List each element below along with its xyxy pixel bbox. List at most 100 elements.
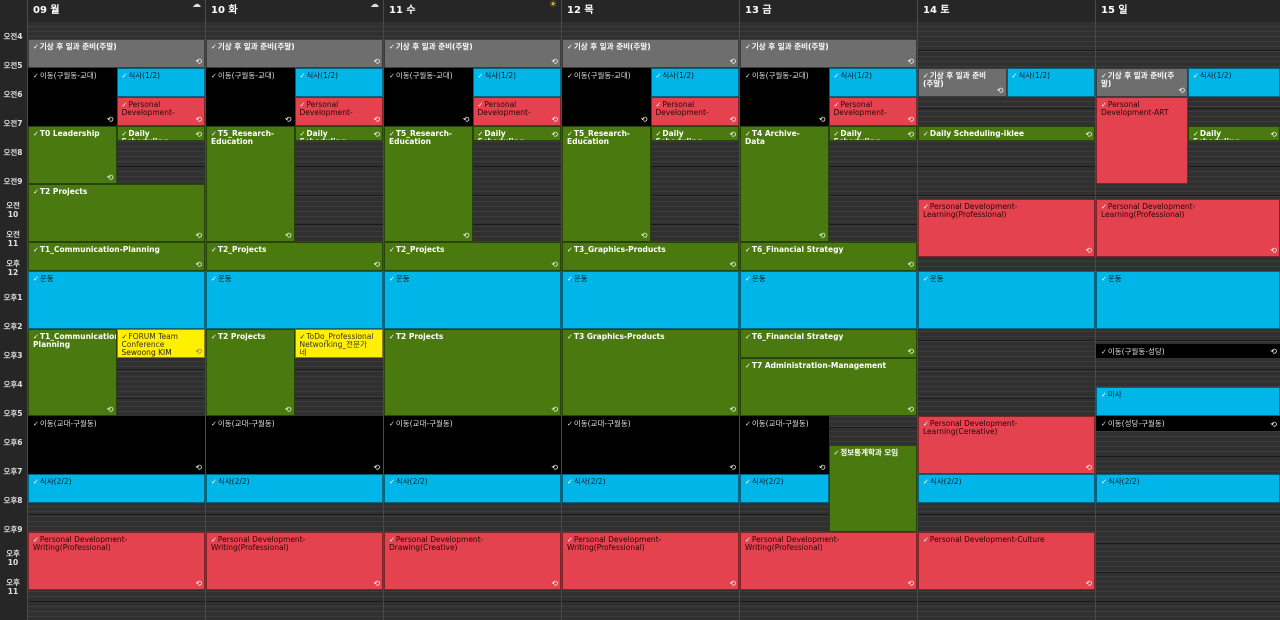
calendar-event[interactable]: ✓운동 [918, 271, 1095, 330]
calendar-event[interactable]: ✓T2 Projects ⟲ [28, 184, 205, 243]
calendar-event[interactable]: ✓식사(1/2) [1188, 68, 1280, 98]
day-header-3[interactable]: 12 목 [561, 0, 739, 22]
calendar-event[interactable]: ✓이동(교대-구월동) ⟲ [740, 416, 829, 475]
calendar-event[interactable]: ✓ToDo_Professional Networking_전문가네 [294, 329, 383, 359]
calendar-event[interactable]: ✓Daily Scheduling⟲ [472, 126, 561, 141]
event-title: 식사(1/2) [1018, 71, 1051, 81]
calendar-event[interactable]: ✓Personal Development-Learning(Professio… [1096, 198, 1280, 257]
calendar-event[interactable]: ✓기상 후 일과 준비(주말) ⟲ [740, 39, 917, 69]
calendar-event[interactable]: ✓T5_Research-Education ⟲ [384, 126, 473, 243]
calendar-event[interactable]: ✓식사(1/2) [828, 68, 917, 98]
calendar-event[interactable]: ✓T6_Financial Strategy ⟲ [740, 329, 917, 359]
calendar-event[interactable]: ✓T2_Projects ⟲ [206, 242, 383, 272]
calendar-event[interactable]: ✓Daily Scheduling⟲ [650, 126, 739, 141]
calendar-event[interactable]: ✓T2 Projects ⟲ [384, 329, 561, 417]
calendar-event[interactable]: ✓Personal Development-Learning(Professio… [918, 198, 1095, 257]
calendar-event[interactable]: ✓운동 [28, 271, 205, 330]
calendar-event[interactable]: ✓Daily Scheduling-iklee ⟲ [918, 126, 1095, 141]
calendar-event[interactable]: ✓T6_Financial Strategy ⟲ [740, 242, 917, 272]
sync-icon: ⟲ [996, 86, 1004, 96]
day-header-1[interactable]: 10 화 ☁ [205, 0, 383, 22]
calendar-event[interactable]: ✓T5_Research-Education ⟲ [206, 126, 295, 243]
calendar-event[interactable]: ✓T2_Projects ⟲ [384, 242, 561, 272]
calendar-event[interactable]: ✓이동(구월동-교대) ⟲ [28, 68, 117, 127]
calendar-event[interactable]: ✓T1_Communication-Planning ⟲ [28, 242, 205, 272]
check-icon: ✓ [33, 130, 39, 139]
sync-icon: ⟲ [907, 405, 914, 415]
calendar-event[interactable]: ✓운동 [740, 271, 917, 330]
calendar-event[interactable]: ✓Personal Development- ⟲ [650, 97, 739, 127]
calendar-event[interactable]: ✓식사(2/2) [206, 474, 383, 504]
day-header-5[interactable]: 14 토 [917, 0, 1095, 22]
calendar-event[interactable]: ✓T2 Projects ⟲ [206, 329, 295, 417]
calendar-event[interactable]: ✓식사(2/2) [28, 474, 205, 504]
calendar-event[interactable]: ✓기상 후 일과 준비(주말) ⟲ [384, 39, 561, 69]
calendar-event[interactable]: ✓이동(구월동-교대) ⟲ [206, 68, 295, 127]
calendar-event[interactable]: ✓식사(1/2) [116, 68, 205, 98]
calendar-event[interactable]: ✓Personal Development- ⟲ [294, 97, 383, 127]
event-title: 이동(교대-구월동) [217, 419, 275, 429]
calendar-event[interactable]: ✓FORUM Team Conference Sewoong KIM ⟲ [116, 329, 205, 359]
calendar-event[interactable]: ✓Personal Development-Culture ⟲ [918, 532, 1095, 591]
calendar-event[interactable]: ✓식사(2/2) [384, 474, 561, 504]
calendar-event[interactable]: ✓이동(구월동-교대) ⟲ [384, 68, 473, 127]
calendar-event[interactable]: ✓기상 후 일과 준비(주말) ⟲ [1096, 68, 1188, 98]
calendar-event[interactable]: ✓기상 후 일과 준비(주말) ⟲ [28, 39, 205, 69]
calendar-event[interactable]: ✓이동(구월동-교대) ⟲ [740, 68, 829, 127]
calendar-event[interactable]: ✓T1_Communication-Planning ⟲ [28, 329, 117, 417]
calendar-event[interactable]: ✓Daily Scheduling⟲ [1188, 126, 1280, 141]
calendar-event[interactable]: ✓Daily Scheduling⟲ [116, 126, 205, 141]
day-header-6[interactable]: 15 일 [1095, 0, 1280, 22]
calendar-event[interactable]: ✓T3 Graphics-Products ⟲ [562, 329, 739, 417]
calendar-event[interactable]: ✓식사(2/2) [918, 474, 1095, 504]
calendar-event[interactable]: ✓이동(교대-구월동) ⟲ [562, 416, 739, 475]
event-title: Personal Development-Culture [929, 535, 1045, 545]
calendar-event[interactable]: ✓T5_Research-Education ⟲ [562, 126, 651, 243]
calendar-event[interactable]: ✓Personal Development- ⟲ [116, 97, 205, 127]
calendar-event[interactable]: ✓Personal Development-Learning(Cereative… [918, 416, 1095, 475]
calendar-event[interactable]: ✓운동 [384, 271, 561, 330]
calendar-event[interactable]: ✓운동 [206, 271, 383, 330]
calendar-event[interactable]: ✓Personal Development- ⟲ [472, 97, 561, 127]
calendar-event[interactable]: ✓식사(1/2) [472, 68, 561, 98]
calendar-event[interactable]: ✓Personal Development-ART [1096, 97, 1188, 185]
calendar-event[interactable]: ✓식사(2/2) [562, 474, 739, 504]
calendar-event[interactable]: ✓Personal Development-Writing(Profession… [28, 532, 205, 591]
day-header-0[interactable]: 09 월 ☁ [27, 0, 205, 22]
calendar-event[interactable]: ✓Personal Development- ⟲ [828, 97, 917, 127]
calendar-event[interactable]: ✓운동 [1096, 271, 1280, 330]
sync-icon: ⟲ [640, 115, 648, 125]
calendar-event[interactable]: ✓기상 후 일과 준비(주말) ⟲ [562, 39, 739, 69]
calendar-event[interactable]: ✓T0 Leadership ⟲ [28, 126, 117, 185]
check-icon: ✓ [745, 362, 751, 371]
calendar-event[interactable]: ✓이동(구월동-교대) ⟲ [562, 68, 651, 127]
calendar-event[interactable]: ✓이동(성당-구월동) ⟲ [1096, 416, 1280, 431]
calendar-event[interactable]: ✓식사(1/2) [1006, 68, 1095, 98]
calendar-event[interactable]: ✓Daily Scheduling⟲ [828, 126, 917, 141]
event-title: 식사(2/2) [395, 477, 428, 487]
calendar-event[interactable]: ✓이동(교대-구월동) ⟲ [206, 416, 383, 475]
calendar-event[interactable]: ✓식사(2/2) [1096, 474, 1280, 504]
calendar-event[interactable]: ✓이동(구월동-성당) ⟲ [1096, 343, 1280, 359]
calendar-event[interactable]: ✓기상 후 일과 준비(주말) ⟲ [206, 39, 383, 69]
calendar-event[interactable]: ✓Personal Development-Writing(Profession… [206, 532, 383, 591]
calendar-event[interactable]: ✓정보통계학과 모임 [828, 445, 917, 533]
calendar-event[interactable]: ✓T4 Archive-Data ⟲ [740, 126, 829, 243]
event-title: 기상 후 일과 준비(주말) [573, 42, 651, 52]
calendar-event[interactable]: ✓Personal Development-Drawing(Creative) ⟲ [384, 532, 561, 591]
calendar-event[interactable]: ✓기상 후 일과 준비(주말) ⟲ [918, 68, 1007, 98]
calendar-event[interactable]: ✓미사 [1096, 387, 1280, 417]
calendar-event[interactable]: ✓Daily Scheduling⟲ [294, 126, 383, 141]
calendar-event[interactable]: ✓이동(교대-구월동) ⟲ [384, 416, 561, 475]
calendar-event[interactable]: ✓Personal Development-Writing(Profession… [562, 532, 739, 591]
calendar-event[interactable]: ✓T3_Graphics-Products ⟲ [562, 242, 739, 272]
calendar-event[interactable]: ✓운동 [562, 271, 739, 330]
calendar-event[interactable]: ✓이동(교대-구월동) ⟲ [28, 416, 205, 475]
calendar-event[interactable]: ✓식사(1/2) [650, 68, 739, 98]
day-header-2[interactable]: 11 수 ☀ [383, 0, 561, 22]
calendar-event[interactable]: ✓식사(2/2) [740, 474, 829, 504]
day-header-4[interactable]: 13 금 [739, 0, 917, 22]
calendar-event[interactable]: ✓Personal Development-Writing(Profession… [740, 532, 917, 591]
calendar-event[interactable]: ✓식사(1/2) [294, 68, 383, 98]
calendar-event[interactable]: ✓T7 Administration-Management ⟲ [740, 358, 917, 417]
